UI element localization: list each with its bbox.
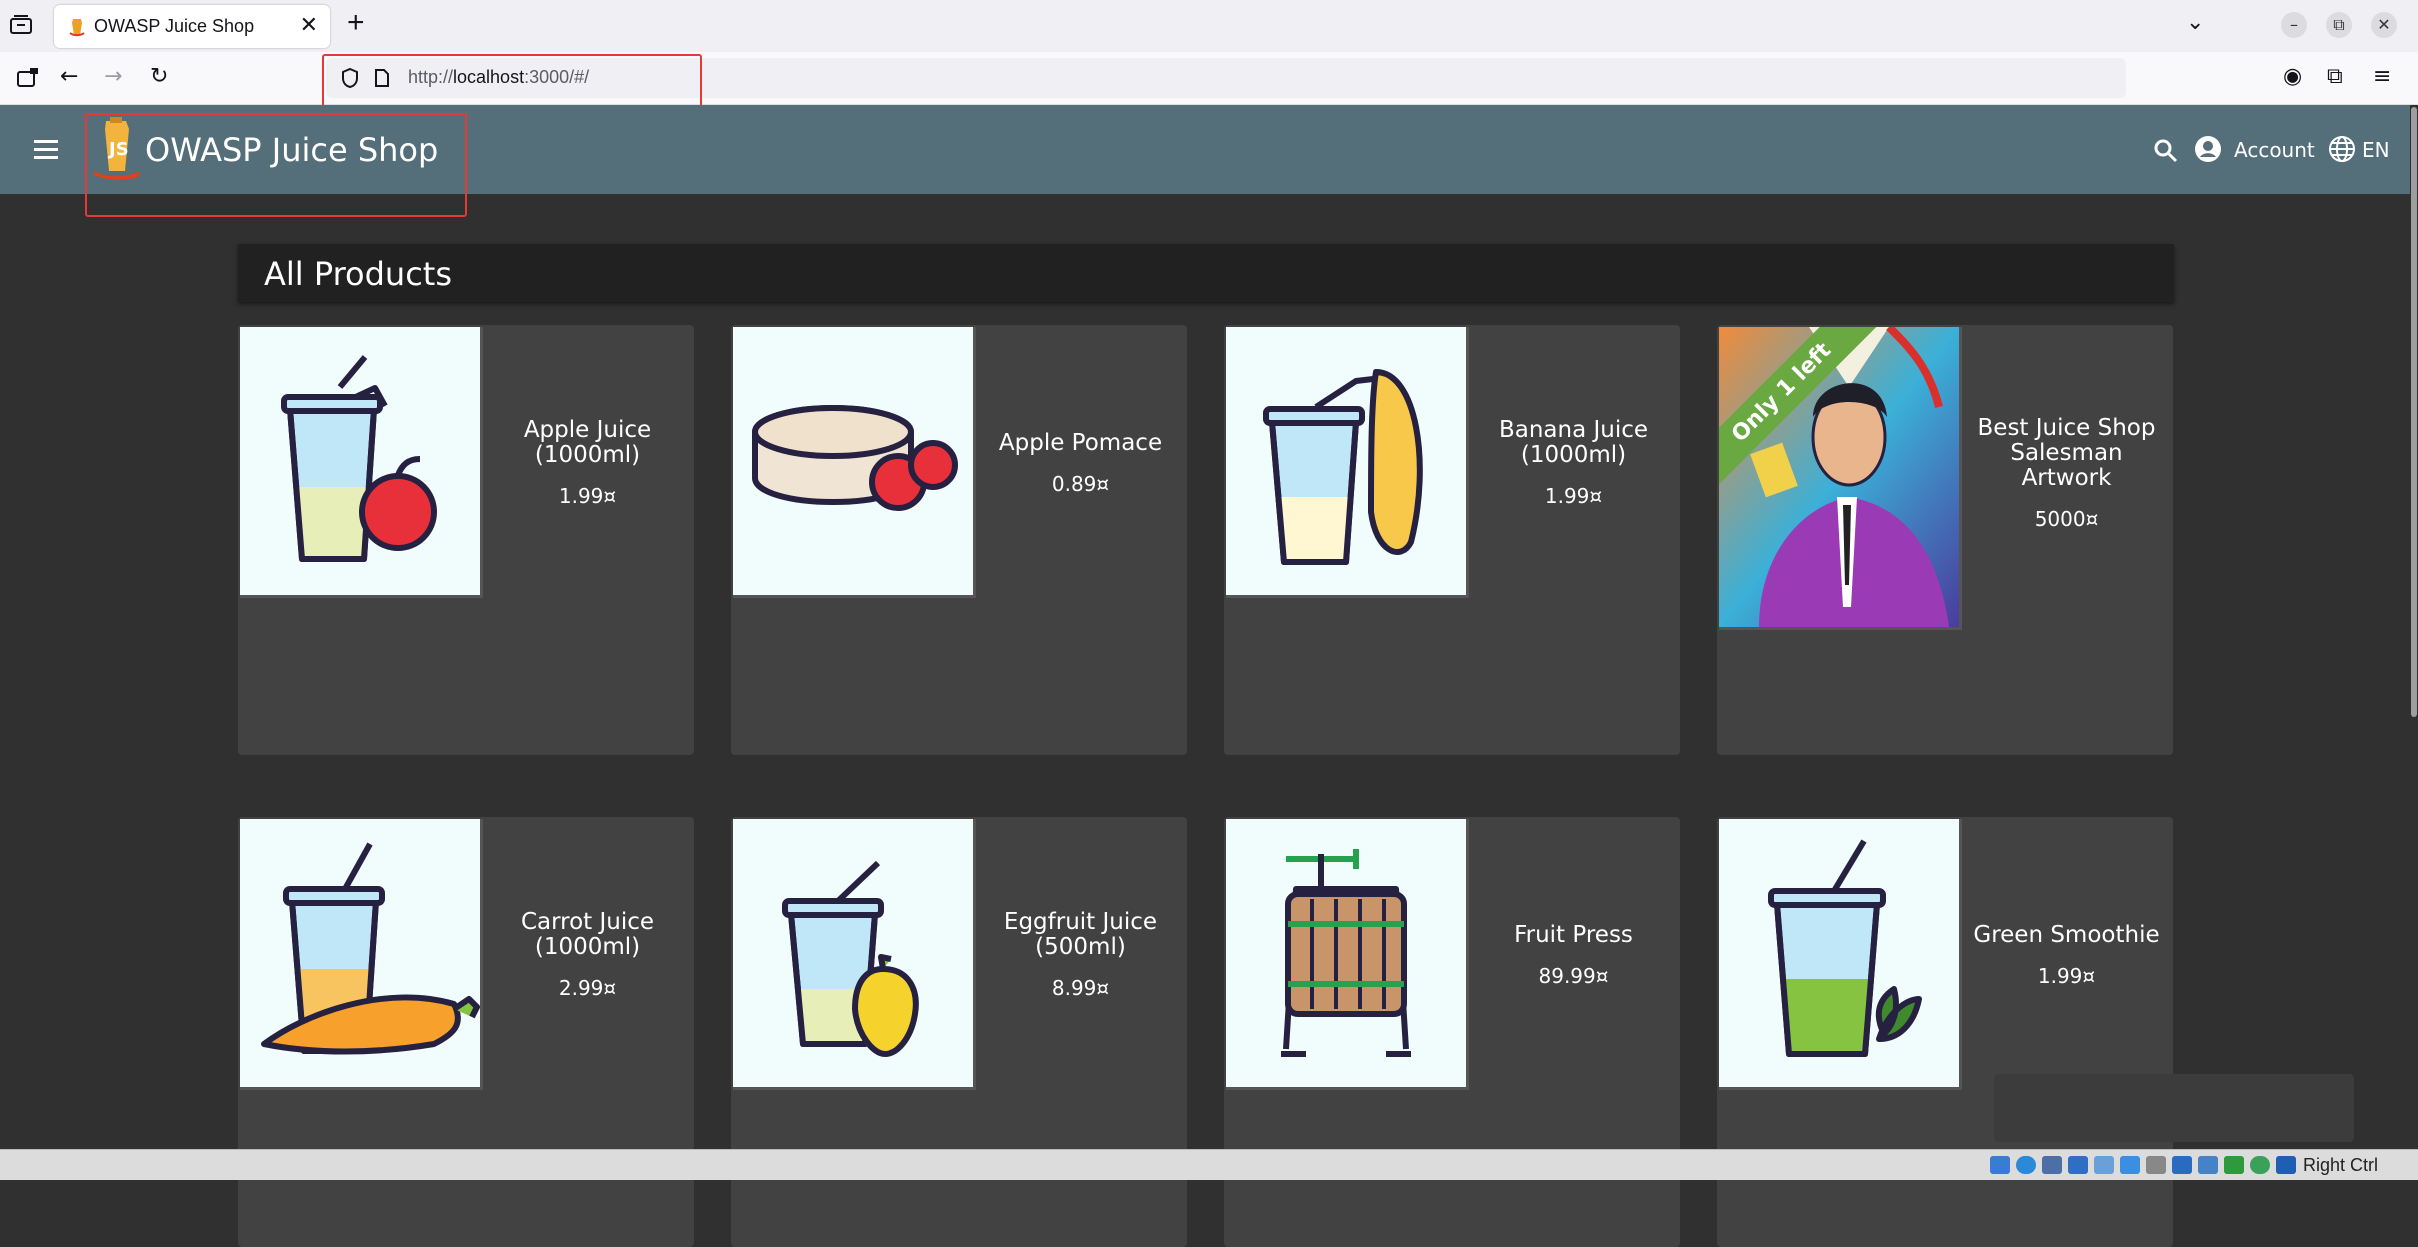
- language-button[interactable]: EN: [2362, 138, 2390, 162]
- product-price: 1.99¤: [1544, 484, 1603, 508]
- juice-shop-favicon: [69, 19, 85, 37]
- eggfruit-juice-image[interactable]: [733, 819, 976, 1090]
- sidebar-toggle-icon[interactable]: [16, 66, 40, 88]
- reload-icon[interactable]: ↻: [150, 64, 168, 89]
- host-key-label: Right Ctrl: [2303, 1155, 2379, 1175]
- product-card-eggfruit-juice[interactable]: Eggfruit Juice (500ml) 8.99¤: [731, 817, 1187, 1247]
- green-smoothie-image[interactable]: [1719, 819, 1962, 1090]
- product-name: Green Smoothie: [1973, 921, 2160, 948]
- fruit-press-image[interactable]: [1226, 819, 1469, 1090]
- logo-highlight-box: [85, 113, 467, 217]
- product-name: Apple Pomace: [998, 429, 1163, 456]
- network-icon[interactable]: [2068, 1156, 2088, 1174]
- salesman-artwork-image[interactable]: Only 1 left: [1719, 327, 1962, 630]
- page-scrollbar[interactable]: [2410, 105, 2418, 1149]
- hard-disk-icon[interactable]: [1990, 1156, 2010, 1174]
- carrot-juice-image[interactable]: [240, 819, 483, 1090]
- drag-drop-icon[interactable]: [2198, 1156, 2218, 1174]
- blurred-overlay: [1994, 1074, 2354, 1142]
- product-price: 5000¤: [2034, 506, 2099, 531]
- tab-list-icon[interactable]: [8, 14, 34, 36]
- product-name: Apple Juice (1000ml): [523, 417, 652, 468]
- tab-title: OWASP Juice Shop: [94, 16, 255, 36]
- product-price: 1.99¤: [2037, 963, 2096, 988]
- search-icon[interactable]: [2153, 138, 2179, 164]
- display-icon[interactable]: [2146, 1156, 2166, 1174]
- apple-pomace-image[interactable]: [733, 327, 976, 598]
- product-name: Banana Juice (1000ml): [1498, 417, 1649, 468]
- scrollbar-thumb[interactable]: [2411, 107, 2417, 717]
- product-price: 8.99¤: [1051, 976, 1110, 1000]
- restore-button[interactable]: ⧉: [2326, 12, 2352, 38]
- product-card-fruit-press[interactable]: Fruit Press 89.99¤: [1224, 817, 1680, 1247]
- product-card-green-smoothie[interactable]: Green Smoothie 1.99¤: [1717, 817, 2173, 1247]
- back-icon[interactable]: ←: [60, 64, 78, 89]
- product-name: Eggfruit Juice (500ml): [1003, 909, 1158, 960]
- tab-close-button[interactable]: ✕: [300, 13, 318, 38]
- product-price: 89.99¤: [1538, 963, 1609, 988]
- product-card-apple-pomace[interactable]: Apple Pomace 0.89¤: [731, 325, 1187, 755]
- all-products-header: All Products: [238, 244, 2174, 302]
- guest-additions-icon[interactable]: [2224, 1156, 2244, 1174]
- banana-juice-image[interactable]: [1226, 327, 1469, 598]
- new-tab-button[interactable]: +: [347, 6, 365, 40]
- language-globe-icon[interactable]: [2328, 135, 2356, 163]
- product-card-salesman-artwork[interactable]: Only 1 left Best Juice Shop Salesman Art…: [1717, 325, 2173, 755]
- product-card-banana-juice[interactable]: Banana Juice (1000ml) 1.99¤: [1224, 325, 1680, 755]
- menu-icon[interactable]: [34, 140, 58, 159]
- shared-folders-icon[interactable]: [2120, 1156, 2140, 1174]
- extensions-account-icon[interactable]: ◉: [2283, 64, 2302, 89]
- vm-status-bar: Right Ctrl: [0, 1149, 2418, 1180]
- product-card-apple-juice[interactable]: Apple Juice (1000ml) 1.99¤: [238, 325, 694, 755]
- product-price: 0.89¤: [1051, 471, 1110, 496]
- video-capture-icon[interactable]: [2172, 1156, 2192, 1174]
- account-icon[interactable]: [2194, 135, 2222, 163]
- audio-icon[interactable]: [2042, 1156, 2062, 1174]
- product-card-carrot-juice[interactable]: Carrot Juice (1000ml) 2.99¤: [238, 817, 694, 1247]
- product-name: Fruit Press: [1514, 921, 1633, 948]
- product-name: Carrot Juice (1000ml): [520, 909, 655, 960]
- account-button[interactable]: Account: [2234, 138, 2315, 162]
- product-price: 2.99¤: [558, 976, 617, 1000]
- globe-icon[interactable]: [2250, 1156, 2270, 1174]
- browser-tab[interactable]: OWASP Juice Shop ✕: [54, 5, 330, 48]
- product-name: Best Juice Shop Salesman Artwork: [1977, 414, 2156, 491]
- product-price: 1.99¤: [558, 484, 617, 508]
- page-title: All Products: [264, 255, 453, 293]
- browser-tab-strip: OWASP Juice Shop ✕ + ⌄ – ⧉ ✕: [0, 0, 2418, 52]
- close-window-button[interactable]: ✕: [2371, 12, 2397, 38]
- list-all-tabs-icon[interactable]: ⌄: [2186, 10, 2204, 35]
- usb-icon[interactable]: [2094, 1156, 2114, 1174]
- keyboard-capture-icon[interactable]: [2276, 1156, 2296, 1174]
- extensions-icon[interactable]: ⧉: [2327, 64, 2343, 89]
- forward-icon[interactable]: →: [104, 64, 122, 89]
- app-menu-icon[interactable]: ≡: [2373, 64, 2391, 89]
- optical-drive-icon[interactable]: [2016, 1156, 2036, 1174]
- minimize-button[interactable]: –: [2281, 12, 2307, 38]
- apple-juice-image[interactable]: [240, 327, 483, 598]
